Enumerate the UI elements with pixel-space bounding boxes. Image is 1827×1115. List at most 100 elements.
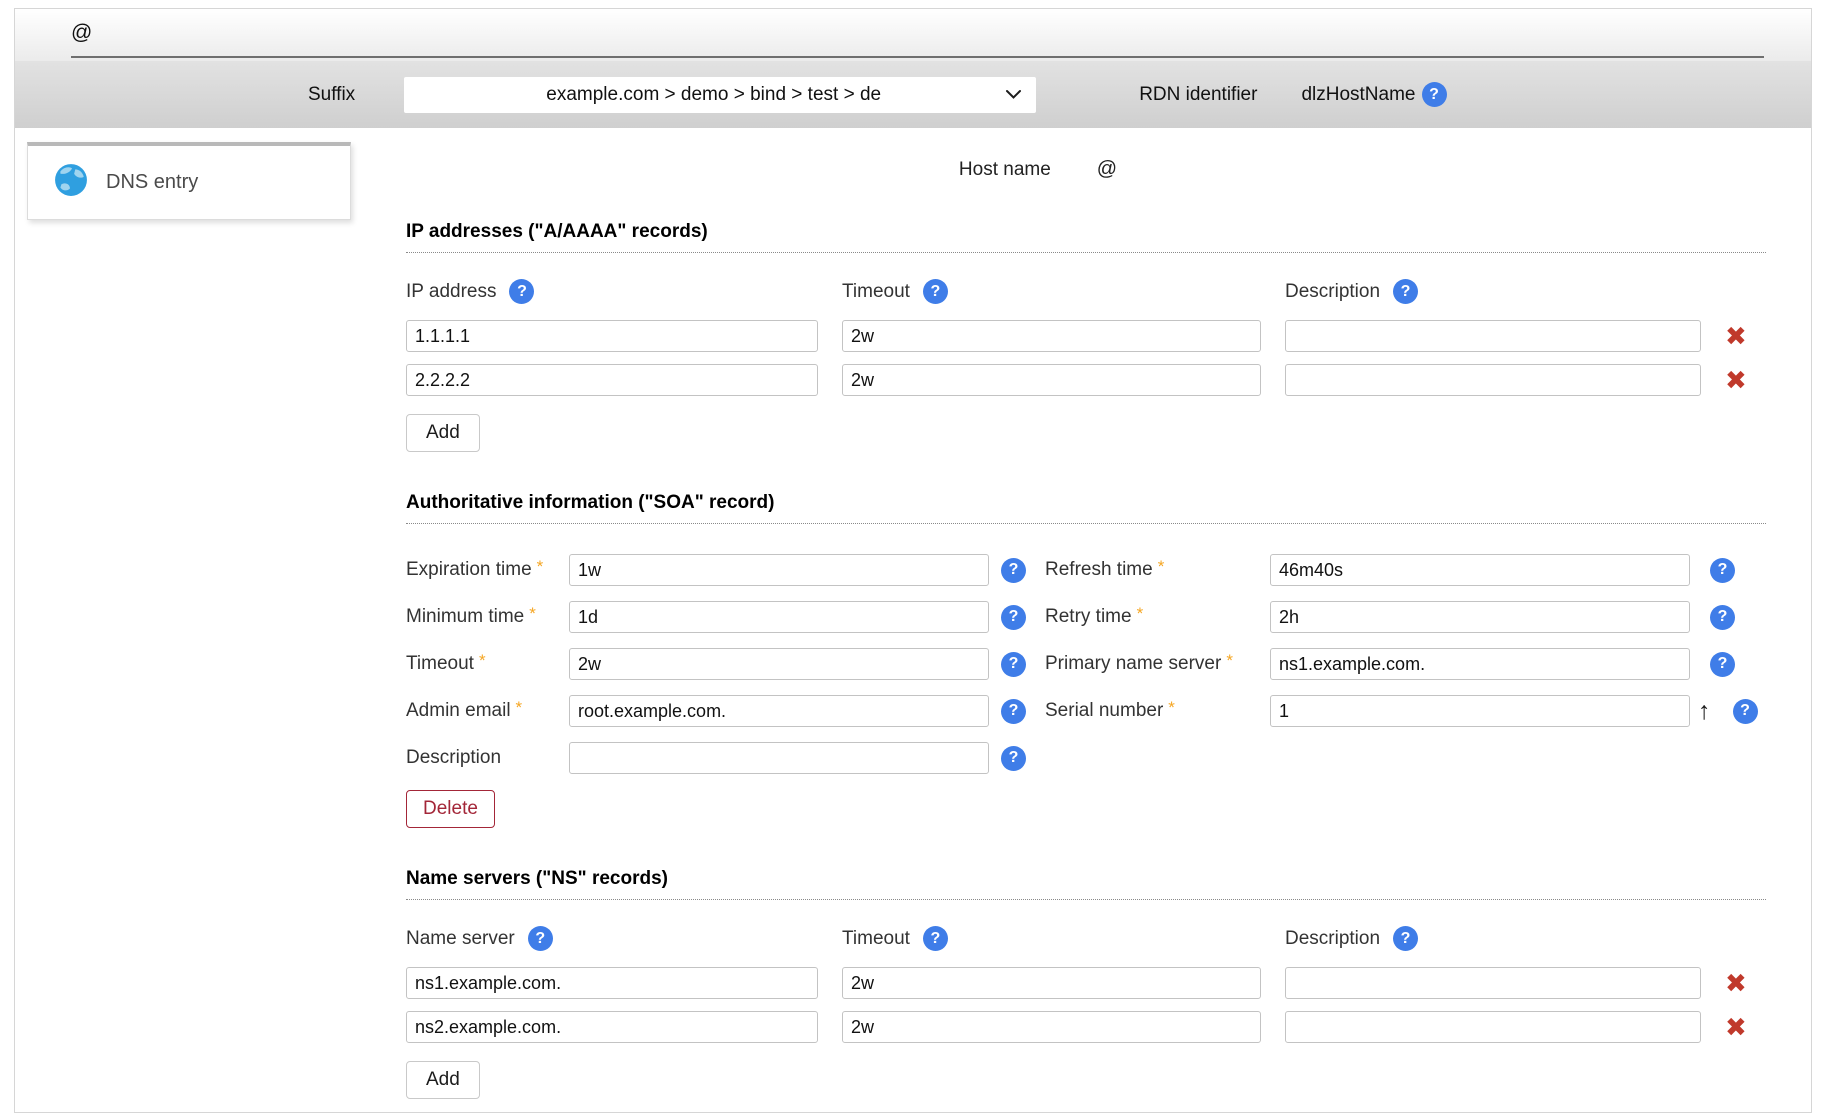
ns-description-input[interactable] [1285,1011,1701,1043]
minimum-time-text: Minimum time [406,606,524,627]
delete-button[interactable]: Delete [406,790,495,828]
soa-timeout-label: Timeout * [406,653,569,675]
ip-timeout-input[interactable] [842,320,1261,352]
timeout-header-label: Timeout [842,928,910,950]
rdn-identifier-value: dlzHostName [1301,84,1415,106]
primary-name-server-input[interactable] [1270,648,1690,680]
timeout-column-header: Timeout ? [842,926,1261,951]
ns-description-input[interactable] [1285,967,1701,999]
help-icon[interactable]: ? [528,926,553,951]
sidebar: DNS entry [15,128,406,1099]
name-server-header-label: Name server [406,928,515,950]
remove-row-icon[interactable]: ✖ [1725,970,1765,996]
required-marker: * [479,651,486,670]
ip-section-title: IP addresses ("A/AAAA" records) [406,221,1766,253]
help-icon[interactable]: ? [1710,558,1735,583]
ip-description-input[interactable] [1285,364,1701,396]
soa-section-title: Authoritative information ("SOA" record) [406,492,1766,524]
name-server-input[interactable] [406,967,818,999]
tab-dns-entry[interactable]: DNS entry [27,142,351,220]
remove-row-icon[interactable]: ✖ [1725,367,1765,393]
add-ip-button[interactable]: Add [406,414,480,452]
increment-serial-icon[interactable]: ↑ [1698,699,1711,724]
ip-address-input[interactable] [406,364,818,396]
refresh-time-input[interactable] [1270,554,1690,586]
expiration-time-text: Expiration time [406,559,532,580]
help-icon[interactable]: ? [1710,652,1735,677]
retry-time-text: Retry time [1045,606,1132,627]
admin-email-label: Admin email * [406,700,569,722]
remove-row-icon[interactable]: ✖ [1725,323,1765,349]
ns-timeout-input[interactable] [842,1011,1261,1043]
content-area: DNS entry Host name @ IP addresses ("A/A… [15,128,1811,1099]
required-marker: * [516,698,523,717]
admin-email-input[interactable] [569,695,989,727]
required-marker: * [1158,557,1165,576]
help-icon[interactable]: ? [1001,746,1026,771]
soa-timeout-input[interactable] [569,648,989,680]
name-servers-section: Name servers ("NS" records) Name server … [406,868,1766,1099]
host-name-label: Host name [959,159,1051,181]
serial-number-label: Serial number * [1045,700,1270,722]
ip-address-column-header: IP address ? [406,279,818,304]
add-name-server-button[interactable]: Add [406,1061,480,1099]
remove-row-icon[interactable]: ✖ [1725,1014,1765,1040]
required-marker: * [1226,651,1233,670]
help-icon[interactable]: ? [1393,926,1418,951]
soa-timeout-text: Timeout [406,653,474,674]
chevron-down-icon [1005,89,1022,100]
help-icon[interactable]: ? [923,926,948,951]
main-panel: Host name @ IP addresses ("A/AAAA" recor… [406,128,1766,1099]
help-icon[interactable]: ? [509,279,534,304]
minimum-time-label: Minimum time * [406,606,569,628]
help-icon[interactable]: ? [1710,605,1735,630]
primary-name-server-text: Primary name server [1045,653,1221,674]
refresh-time-label: Refresh time * [1045,559,1270,581]
soa-description-input[interactable] [569,742,989,774]
help-icon[interactable]: ? [1001,699,1026,724]
title-divider [71,56,1764,58]
refresh-time-text: Refresh time [1045,559,1153,580]
retry-time-label: Retry time * [1045,606,1270,628]
required-marker: * [529,604,536,623]
ns-timeout-input[interactable] [842,967,1261,999]
admin-email-text: Admin email [406,700,511,721]
help-icon[interactable]: ? [1001,558,1026,583]
soa-section: Authoritative information ("SOA" record)… [406,492,1766,828]
minimum-time-input[interactable] [569,601,989,633]
suffix-label: Suffix [308,84,355,106]
serial-number-text: Serial number [1045,700,1163,721]
soa-description-label: Description [406,747,569,769]
expiration-time-input[interactable] [569,554,989,586]
help-icon[interactable]: ? [923,279,948,304]
ip-address-header-label: IP address [406,281,496,303]
soa-description-text: Description [406,747,501,768]
suffix-select[interactable]: example.com > demo > bind > test > de [404,77,1036,113]
ip-description-input[interactable] [1285,320,1701,352]
required-marker: * [537,557,544,576]
description-column-header: Description ? [1285,279,1701,304]
toolbar: Suffix example.com > demo > bind > test … [15,61,1811,128]
help-icon[interactable]: ? [1733,699,1758,724]
ip-timeout-input[interactable] [842,364,1261,396]
name-server-input[interactable] [406,1011,818,1043]
host-name-row: Host name @ [406,158,1670,181]
help-icon[interactable]: ? [1001,652,1026,677]
name-server-column-header: Name server ? [406,926,818,951]
primary-name-server-label: Primary name server * [1045,653,1270,675]
host-name-value: @ [1097,158,1117,181]
page-title: @ [71,21,92,45]
retry-time-input[interactable] [1270,601,1690,633]
help-icon[interactable]: ? [1001,605,1026,630]
required-marker: * [1137,604,1144,623]
required-marker: * [1168,698,1175,717]
serial-number-input[interactable] [1270,695,1690,727]
help-icon[interactable]: ? [1422,82,1447,107]
timeout-header-label: Timeout [842,281,910,303]
description-header-label: Description [1285,928,1380,950]
ip-address-input[interactable] [406,320,818,352]
ns-section-title: Name servers ("NS" records) [406,868,1766,900]
description-header-label: Description [1285,281,1380,303]
globe-icon [54,163,88,202]
help-icon[interactable]: ? [1393,279,1418,304]
